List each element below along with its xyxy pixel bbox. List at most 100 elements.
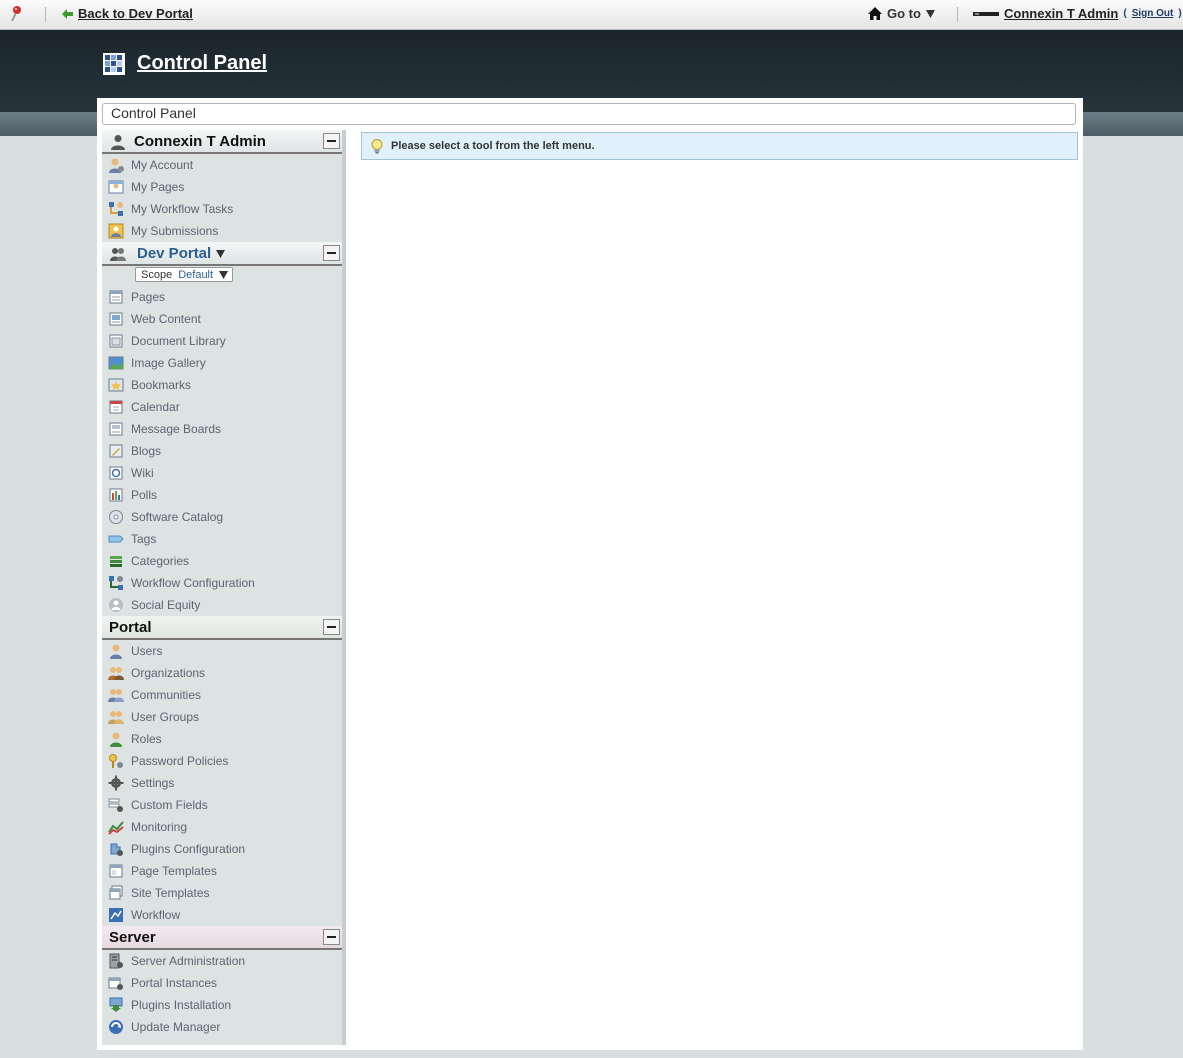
menu-item-tags[interactable]: Tags — [102, 528, 342, 550]
menu-item-user-groups[interactable]: User Groups — [102, 706, 342, 728]
scope-label: Scope — [141, 268, 173, 281]
menu-item-wiki[interactable]: Wiki — [102, 462, 342, 484]
menu-item-software-catalog[interactable]: Software Catalog — [102, 506, 342, 528]
collapse-toggle[interactable] — [323, 929, 340, 945]
menu-item-my-workflow-tasks[interactable]: My Workflow Tasks — [102, 198, 342, 220]
menu-item-pages[interactable]: Pages — [102, 286, 342, 308]
home-icon — [868, 7, 882, 20]
menu-item-site-templates[interactable]: Site Templates — [102, 882, 342, 904]
sign-out-link[interactable]: Sign Out — [1132, 8, 1174, 19]
portal-panel-header[interactable]: Portal — [102, 616, 342, 640]
portal-instances-icon — [108, 977, 123, 990]
back-to-portal-link[interactable]: Back to Dev Portal — [62, 6, 193, 21]
page-wrapper: Control Panel Connexin T Admin My Accoun… — [97, 98, 1083, 1050]
menu-item-my-account[interactable]: My Account — [102, 154, 342, 176]
account-icon — [109, 158, 124, 173]
menu-item-my-pages[interactable]: My Pages — [102, 176, 342, 198]
menu-item-categories[interactable]: Categories — [102, 550, 342, 572]
menu-item-polls[interactable]: Polls — [102, 484, 342, 506]
user-area: Connexin T Admin ( Sign Out ) — [973, 6, 1182, 21]
bookmarks-icon — [108, 378, 124, 392]
info-message: Please select a tool from the left menu. — [361, 132, 1078, 160]
plugins-configuration-icon — [110, 843, 123, 856]
control-panel-icon — [103, 53, 125, 75]
pages-icon — [109, 290, 123, 304]
pages-icon — [108, 180, 124, 194]
menu-item-settings[interactable]: Settings — [102, 772, 342, 794]
menu-item-workflow-configuration[interactable]: Workflow Configuration — [102, 572, 342, 594]
user-avatar-icon — [973, 11, 999, 16]
menu-item-password-policies[interactable]: Password Policies — [102, 750, 342, 772]
menu-item-portal-instances[interactable]: Portal Instances — [102, 972, 342, 994]
gear-icon — [108, 775, 124, 791]
breadcrumb-item[interactable]: Control Panel — [111, 105, 196, 121]
menu-item-bookmarks[interactable]: Bookmarks — [102, 374, 342, 396]
menu-item-my-submissions[interactable]: My Submissions — [102, 220, 342, 242]
menu-item-workflow[interactable]: Workflow — [102, 904, 342, 926]
user-icon — [111, 135, 125, 150]
community-panel-header[interactable]: Dev Portal — [102, 242, 342, 266]
wiki-icon — [109, 466, 123, 480]
menu-item-custom-fields[interactable]: Custom Fields — [102, 794, 342, 816]
roles-icon — [110, 732, 122, 747]
collapse-toggle[interactable] — [323, 133, 340, 149]
user-panel-header[interactable]: Connexin T Admin — [102, 130, 342, 154]
server-panel-title: Server — [109, 929, 156, 946]
web-content-icon — [109, 312, 123, 326]
menu-item-update-manager[interactable]: Update Manager — [102, 1016, 342, 1038]
goto-menu[interactable]: Go to — [868, 6, 935, 21]
password-policies-icon — [109, 754, 123, 768]
menu-item-document-library[interactable]: Document Library — [102, 330, 342, 352]
menu-item-image-gallery[interactable]: Image Gallery — [102, 352, 342, 374]
menu-item-plugins-configuration[interactable]: Plugins Configuration — [102, 838, 342, 860]
portal-panel-title: Portal — [109, 619, 152, 636]
scope-selector[interactable]: Scope Default — [135, 267, 233, 282]
portal-panel-items: Users Organizations Communities User Gro… — [102, 640, 342, 926]
user-panel-items: My Account My Pages My Workflow Tasks My… — [102, 154, 342, 242]
workflow-configuration-icon — [109, 576, 123, 590]
pushpin-icon[interactable] — [9, 5, 23, 23]
social-equity-icon — [109, 598, 123, 612]
update-manager-icon — [109, 1020, 123, 1034]
left-menu: Connexin T Admin My Account My Pages My … — [102, 130, 346, 1045]
menu-item-users[interactable]: Users — [102, 640, 342, 662]
menu-item-monitoring[interactable]: Monitoring — [102, 816, 342, 838]
breadcrumb: Control Panel — [102, 103, 1076, 125]
collapse-toggle[interactable] — [323, 619, 340, 635]
collapse-toggle[interactable] — [323, 245, 340, 261]
server-panel-items: Server Administration Portal Instances P… — [102, 950, 342, 1038]
workflow-tasks-icon — [109, 202, 123, 216]
menu-item-server-administration[interactable]: Server Administration — [102, 950, 342, 972]
menu-item-organizations[interactable]: Organizations — [102, 662, 342, 684]
blogs-icon — [109, 444, 123, 458]
user-groups-icon — [108, 711, 124, 724]
page-title[interactable]: Control Panel — [137, 52, 267, 75]
community-panel-title[interactable]: Dev Portal — [137, 245, 211, 262]
sign-out-paren-open: ( — [1123, 8, 1127, 19]
site-templates-icon — [109, 885, 123, 900]
menu-item-web-content[interactable]: Web Content — [102, 308, 342, 330]
server-administration-icon — [109, 953, 123, 969]
monitoring-icon — [108, 821, 124, 835]
caret-down-icon — [219, 270, 229, 279]
communities-icon — [108, 689, 124, 702]
menu-item-roles[interactable]: Roles — [102, 728, 342, 750]
menu-item-calendar[interactable]: Calendar — [102, 396, 342, 418]
goto-label: Go to — [887, 6, 921, 21]
menu-item-social-equity[interactable]: Social Equity — [102, 594, 342, 616]
menu-item-plugins-installation[interactable]: Plugins Installation — [102, 994, 342, 1016]
menu-item-page-templates[interactable]: Page Templates — [102, 860, 342, 882]
user-name-link[interactable]: Connexin T Admin — [1004, 6, 1118, 21]
polls-icon — [109, 488, 123, 502]
dockbar-separator — [45, 7, 46, 22]
menu-item-blogs[interactable]: Blogs — [102, 440, 342, 462]
calendar-icon — [109, 400, 123, 414]
caret-down-icon[interactable] — [216, 250, 225, 258]
menu-item-message-boards[interactable]: Message Boards — [102, 418, 342, 440]
menu-item-communities[interactable]: Communities — [102, 684, 342, 706]
server-panel-header[interactable]: Server — [102, 926, 342, 950]
user-panel-title: Connexin T Admin — [134, 133, 266, 150]
tag-icon — [108, 535, 124, 543]
info-message-text: Please select a tool from the left menu. — [391, 140, 595, 152]
plugins-installation-icon — [109, 997, 123, 1012]
